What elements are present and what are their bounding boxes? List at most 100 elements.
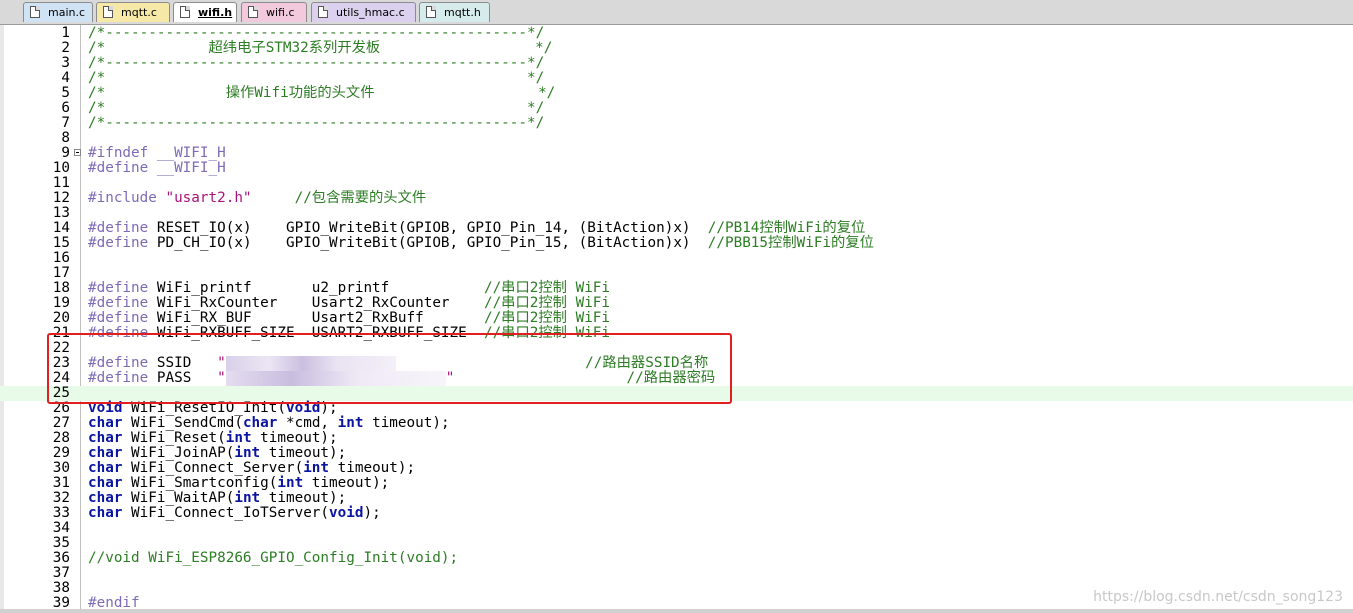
code-text: char WiFi_Connect_Server(int timeout);: [88, 461, 415, 476]
line-number: 7: [61, 115, 70, 131]
code-text: char WiFi_WaitAP(int timeout);: [88, 491, 346, 506]
code-line[interactable]: 28 char WiFi_Reset(int timeout);: [0, 431, 1353, 446]
code-token: char: [88, 415, 123, 431]
code-line[interactable]: 17: [0, 266, 1353, 281]
line-number: 8: [61, 130, 70, 146]
code-line[interactable]: 14 #define RESET_IO(x) GPIO_WriteBit(GPIO…: [0, 221, 1353, 236]
watermark: https://blog.csdn.net/csdn_song123: [1093, 589, 1343, 605]
file-icon: [318, 6, 328, 18]
code-line[interactable]: 11: [0, 176, 1353, 191]
line-number: 30: [52, 460, 70, 476]
fold-collapse-icon[interactable]: [74, 149, 81, 156]
code-line[interactable]: 31 char WiFi_Smartconfig(int timeout);: [0, 476, 1353, 491]
line-number: 19: [52, 295, 70, 311]
code-text: #define WiFi_printf u2_printf //串口2控制 Wi…: [88, 281, 610, 296]
code-token: #include: [88, 190, 166, 206]
tab-label: main.c: [48, 6, 86, 19]
tab-main-c[interactable]: main.c: [23, 2, 93, 22]
code-token: WiFi_Connect_Server(: [122, 460, 304, 476]
code-line[interactable]: 36 //void WiFi_ESP8266_GPIO_Config_Init(v…: [0, 551, 1353, 566]
code-token: #define: [88, 235, 157, 251]
code-token: /*--------------------------------------…: [88, 115, 545, 131]
code-line[interactable]: 4 /* */: [0, 71, 1353, 86]
code-token: int: [234, 445, 261, 461]
code-line[interactable]: 7 /*-------------------------------------…: [0, 116, 1353, 131]
file-icon: [180, 6, 190, 18]
code-token: );: [363, 505, 381, 521]
code-text: /* */: [88, 101, 544, 116]
code-line[interactable]: 29 char WiFi_JoinAP(int timeout);: [0, 446, 1353, 461]
code-line[interactable]: 2 /* 超纬电子STM32系列开发板 */: [0, 41, 1353, 56]
code-text: /* 超纬电子STM32系列开发板 */: [88, 41, 552, 56]
code-token: timeout);: [260, 490, 347, 506]
tab-mqtt-h[interactable]: mqtt.h: [419, 2, 490, 22]
code-token: char: [88, 460, 123, 476]
code-line[interactable]: 35: [0, 536, 1353, 551]
code-line[interactable]: 6 /* */: [0, 101, 1353, 116]
line-number: 29: [52, 445, 70, 461]
code-line[interactable]: 33 char WiFi_Connect_IoTServer(void);: [0, 506, 1353, 521]
file-icon: [248, 6, 258, 18]
code-line[interactable]: 10 #define __WIFI_H: [0, 161, 1353, 176]
tab-wifi-h[interactable]: wifi.h: [173, 2, 237, 22]
code-line[interactable]: 8: [0, 131, 1353, 146]
code-line[interactable]: 27 char WiFi_SendCmd(char *cmd, int timeo…: [0, 416, 1353, 431]
code-line[interactable]: 15 #define PD_CH_IO(x) GPIO_WriteBit(GPIO…: [0, 236, 1353, 251]
code-token: timeout);: [329, 460, 416, 476]
code-line[interactable]: 1 /*-------------------------------------…: [0, 26, 1353, 41]
code-token: int: [303, 460, 330, 476]
code-token: WiFi_Reset(: [122, 430, 226, 446]
line-number: 4: [61, 70, 70, 86]
line-number: 18: [52, 280, 70, 296]
code-text: char WiFi_Connect_IoTServer(void);: [88, 506, 381, 521]
code-token: RESET_IO(x) GPIO_WriteBit(GPIOB, GPIO_Pi…: [156, 220, 708, 236]
code-line[interactable]: 18 #define WiFi_printf u2_printf //串口2控制 …: [0, 281, 1353, 296]
code-text: /*--------------------------------------…: [88, 26, 544, 41]
code-token: /*--------------------------------------…: [88, 25, 545, 41]
code-line[interactable]: 37: [0, 566, 1353, 581]
code-token: *cmd,: [277, 415, 338, 431]
code-line[interactable]: 30 char WiFi_Connect_Server(int timeout);: [0, 461, 1353, 476]
tab-label: utils_hmac.c: [336, 6, 405, 19]
code-line[interactable]: 16: [0, 251, 1353, 266]
code-line[interactable]: 13: [0, 206, 1353, 221]
code-token: //PB14控制WiFi的复位: [707, 220, 866, 236]
code-line[interactable]: 12 #include "usart2.h" //包含需要的头文件: [0, 191, 1353, 206]
horizontal-scrollbar[interactable]: [0, 609, 1353, 613]
tab-mqtt-c[interactable]: mqtt.c: [96, 2, 170, 22]
code-line[interactable]: 3 /*-------------------------------------…: [0, 56, 1353, 71]
code-text: //void WiFi_ESP8266_GPIO_Config_Init(voi…: [88, 551, 458, 566]
tab-wifi-c[interactable]: wifi.c: [241, 2, 307, 22]
code-token: /* */: [88, 70, 545, 86]
line-number: 14: [52, 220, 70, 236]
tab-label: mqtt.c: [121, 6, 157, 19]
file-tab-bar: main.c mqtt.c wifi.h wifi.c utils_hmac.c mqtt…: [0, 0, 1353, 25]
line-number: 16: [52, 250, 70, 266]
code-token: //串口2控制 WiFi: [483, 310, 611, 326]
code-editor[interactable]: 1 /*-------------------------------------…: [0, 25, 1353, 613]
line-number: 6: [61, 100, 70, 116]
tab-utils-hmac-c[interactable]: utils_hmac.c: [311, 2, 416, 22]
line-number: 12: [52, 190, 70, 206]
code-token: //串口2控制 WiFi: [483, 280, 611, 296]
code-line[interactable]: 34: [0, 521, 1353, 536]
code-line[interactable]: 9 #ifndef __WIFI_H: [0, 146, 1353, 161]
code-text: #define WiFi_RX_BUF Usart2_RxBuff //串口2控…: [88, 311, 610, 326]
code-text: char WiFi_Reset(int timeout);: [88, 431, 338, 446]
highlight-annotation-box: [47, 333, 732, 404]
code-line[interactable]: 5 /* 操作Wifi功能的头文件 */: [0, 86, 1353, 101]
line-number: 34: [52, 520, 70, 536]
file-icon: [103, 6, 113, 18]
code-token: timeout);: [260, 445, 347, 461]
code-token: void: [329, 505, 364, 521]
code-text: /*--------------------------------------…: [88, 116, 544, 131]
code-token: char: [88, 490, 123, 506]
code-line[interactable]: 19 #define WiFi_RxCounter Usart2_RxCounte…: [0, 296, 1353, 311]
code-token: int: [277, 475, 304, 491]
code-token: timeout);: [251, 430, 338, 446]
code-line[interactable]: 20 #define WiFi_RX_BUF Usart2_RxBuff //串口…: [0, 311, 1353, 326]
code-token: //包含需要的头文件: [294, 190, 427, 206]
code-token: //串口2控制 WiFi: [483, 295, 611, 311]
code-line[interactable]: 32 char WiFi_WaitAP(int timeout);: [0, 491, 1353, 506]
